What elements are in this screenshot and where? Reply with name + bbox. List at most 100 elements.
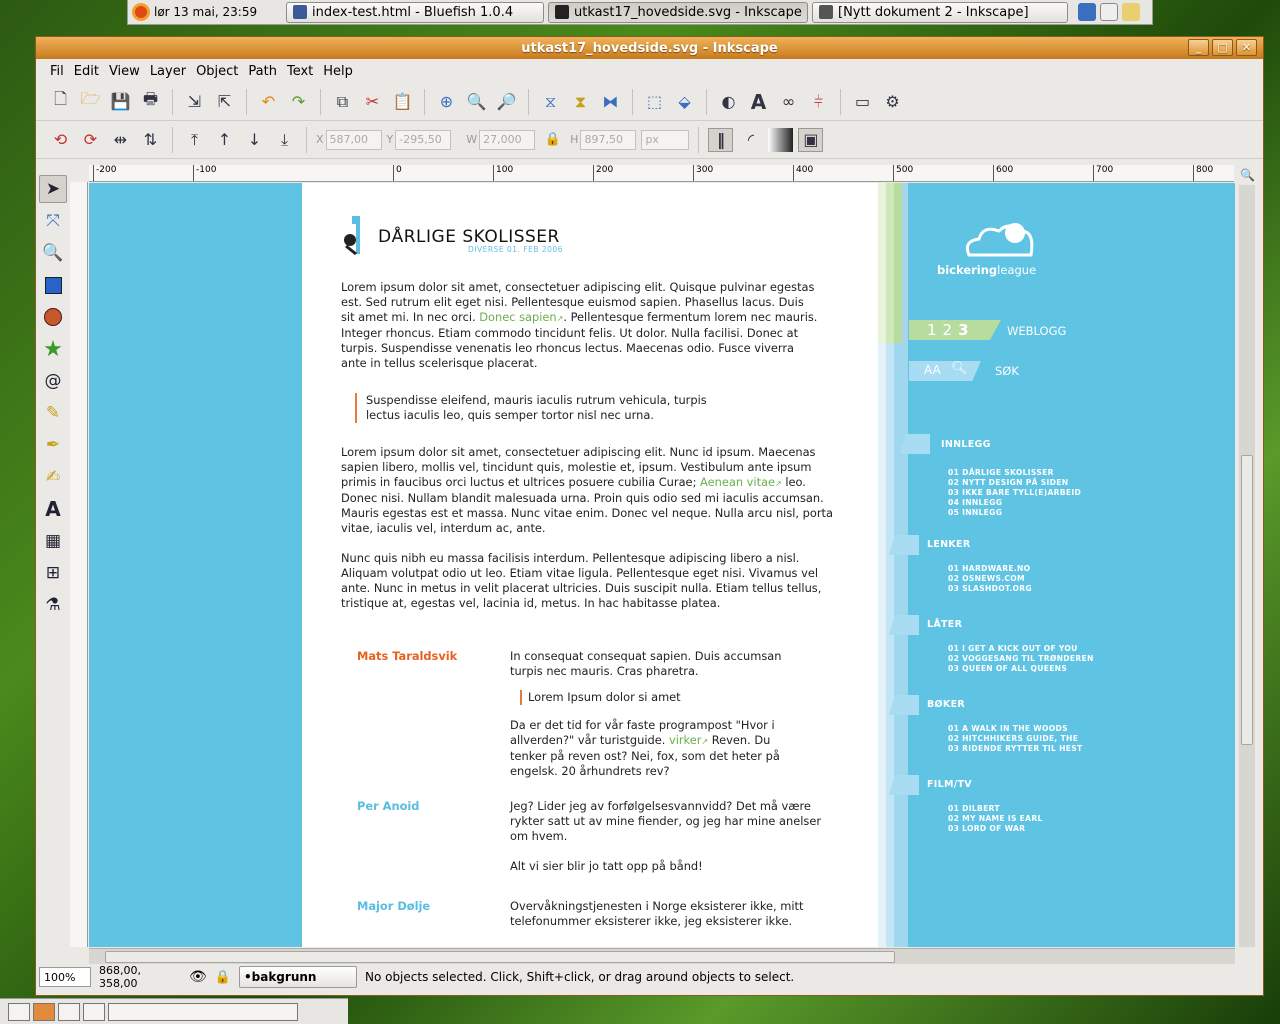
list-item[interactable]: 03 SLASHDOT.ORG [948, 584, 1032, 594]
inline-link[interactable]: Aenean vitae [700, 475, 775, 489]
menu-file[interactable]: Fil [46, 62, 68, 81]
align-distribute-icon[interactable]: ⫩ [806, 90, 831, 114]
menu-path[interactable]: Path [244, 62, 281, 81]
h-spinbox[interactable]: H 897,50 [570, 129, 637, 150]
workspace-icon[interactable] [33, 1002, 55, 1021]
w-spinbox[interactable]: W 27,000 [466, 129, 536, 150]
zoom-selection-icon[interactable]: ⊕ [434, 90, 459, 114]
show-desktop-icon[interactable] [8, 1002, 30, 1021]
ellipse-tool-icon[interactable] [39, 303, 67, 331]
list-item[interactable]: 03 RIDENDE RYTTER TIL HEST [948, 744, 1083, 754]
lower-icon[interactable]: ↓ [242, 128, 267, 152]
selector-tool-icon[interactable]: ➤ [39, 175, 67, 203]
music-icon[interactable] [1100, 3, 1118, 21]
h-input[interactable]: 897,50 [580, 129, 637, 150]
list-item[interactable]: 02 VOGGESANG TIL TRØNDEREN [948, 654, 1094, 664]
title-bar[interactable]: utkast17_hovedside.svg - Inkscape _ □ ✕ [36, 37, 1263, 59]
list-item[interactable]: 01 DÅRLIGE SKOLISSER [948, 468, 1081, 478]
connector-tool-icon[interactable]: ⊞ [39, 559, 67, 587]
list-item[interactable]: 03 LORD OF WAR [948, 824, 1043, 834]
list-item[interactable]: 01 A WALK IN THE WOODS [948, 724, 1083, 734]
search-icon[interactable]: 🔍︎ [951, 361, 968, 376]
list-item[interactable]: 02 HITCHHIKERS GUIDE, THE [948, 734, 1083, 744]
menu-object[interactable]: Object [192, 62, 242, 81]
cut-icon[interactable]: ✂ [360, 90, 385, 114]
paste-icon[interactable]: 📋 [390, 90, 415, 114]
transform-pattern-icon[interactable]: ▣ [798, 127, 824, 152]
inline-link[interactable]: Donec sapien [479, 310, 556, 324]
list-item[interactable]: 05 INNLEGG [948, 508, 1081, 518]
unlink-clone-icon[interactable]: ⧓ [598, 90, 623, 114]
inline-link[interactable]: virker [669, 733, 701, 747]
list-item[interactable]: 02 OSNEWS.COM [948, 574, 1032, 584]
menu-edit[interactable]: Edit [70, 62, 103, 81]
ungroup-icon[interactable]: ⬙ [672, 90, 697, 114]
xml-editor-icon[interactable]: ∞ [776, 90, 801, 114]
ubuntu-logo-icon[interactable] [132, 3, 150, 21]
page-link-3[interactable]: 3 [958, 321, 974, 339]
lock-icon[interactable]: 🔒 [540, 128, 565, 152]
page-link-2[interactable]: 2 [943, 321, 959, 339]
x-spinbox[interactable]: X 587,00 [316, 129, 382, 150]
y-input[interactable]: -295,50 [395, 129, 452, 150]
list-item[interactable]: 02 MY NAME IS EARL [948, 814, 1043, 824]
maximize-button[interactable]: □ [1212, 39, 1233, 56]
clone-icon[interactable]: ⧗ [568, 90, 593, 114]
canvas[interactable]: DÅRLIGE SKOLISSER DIVERSE 01. FEB 2006 L… [89, 183, 1235, 947]
text-font-icon[interactable]: A [746, 90, 771, 114]
import-icon[interactable]: ⇲ [182, 90, 207, 114]
vertical-scrollbar[interactable] [1239, 185, 1255, 947]
open-icon[interactable]: 🗁 [78, 89, 103, 114]
export-icon[interactable]: ⇱ [212, 90, 237, 114]
update-icon[interactable] [1078, 3, 1096, 21]
list-item[interactable]: 01 I GET A KICK OUT OF YOU [948, 644, 1094, 654]
raise-top-icon[interactable]: ⤒ [182, 128, 207, 152]
user-icon[interactable] [1122, 3, 1140, 21]
scale-corners-icon[interactable]: ◜ [738, 128, 763, 152]
text-tool-icon[interactable]: A [39, 495, 67, 523]
list-item[interactable]: 01 DILBERT [948, 804, 1043, 814]
transform-gradient-icon[interactable] [768, 127, 794, 152]
zoom-drawing-icon[interactable]: 🔍 [464, 90, 489, 114]
scrollbar-thumb[interactable] [1241, 455, 1253, 745]
vertical-ruler[interactable] [70, 182, 88, 947]
gradient-tool-icon[interactable]: ▦ [39, 527, 67, 555]
menu-text[interactable]: Text [283, 62, 317, 81]
raise-icon[interactable]: ↑ [212, 128, 237, 152]
fill-stroke-icon[interactable]: ◐ [716, 90, 741, 114]
pen-tool-icon[interactable]: ✒ [39, 431, 67, 459]
layer-select[interactable]: •bakgrunn [238, 966, 357, 988]
horizontal-scrollbar[interactable] [89, 948, 1235, 964]
list-item[interactable]: 03 QUEEN OF ALL QUEENS [948, 664, 1094, 674]
y-spinbox[interactable]: Y -295,50 [387, 129, 452, 150]
dropper-tool-icon[interactable]: ⚗ [39, 591, 67, 619]
task-bluefish[interactable]: index-test.html - Bluefish 1.0.4 [286, 1, 544, 23]
menu-view[interactable]: View [105, 62, 144, 81]
save-icon[interactable]: 💾 [108, 90, 133, 114]
list-item[interactable]: 02 NYTT DESIGN PÅ SIDEN [948, 478, 1081, 488]
task-inkscape-new[interactable]: [Nytt dokument 2 - Inkscape] [812, 1, 1068, 23]
page-link-1[interactable]: 1 [927, 321, 943, 339]
lower-bottom-icon[interactable]: ⤓ [272, 128, 297, 152]
rotate-cw-icon[interactable]: ⟳ [78, 128, 103, 152]
list-item[interactable]: 03 IKKE BARE TYLL(E)ARBEID [948, 488, 1081, 498]
horizontal-ruler[interactable]: -200 -100 0 100 200 300 400 500 600 700 … [89, 165, 1234, 182]
copy-icon[interactable]: ⧉ [330, 90, 355, 114]
visibility-icon[interactable]: 👁 [189, 969, 207, 985]
x-input[interactable]: 587,00 [325, 129, 382, 150]
zoom-corner-icon[interactable]: 🔍 [1240, 168, 1255, 182]
unit-select[interactable]: px [641, 129, 690, 150]
zoom-field[interactable]: 100% [39, 967, 91, 987]
spiral-tool-icon[interactable]: @ [39, 367, 67, 395]
minimize-button[interactable]: _ [1188, 39, 1209, 56]
close-button[interactable]: ✕ [1236, 39, 1257, 56]
lock-layer-icon[interactable]: 🔒 [215, 970, 231, 985]
pencil-tool-icon[interactable]: ✎ [39, 399, 67, 427]
node-tool-icon[interactable]: ⤧ [39, 207, 67, 235]
scrollbar-thumb[interactable] [105, 951, 895, 963]
redo-icon[interactable]: ↷ [286, 90, 311, 114]
search-label[interactable]: SØK [995, 364, 1019, 378]
duplicate-icon[interactable]: ⧖ [538, 90, 563, 114]
zoom-tool-icon[interactable]: 🔍 [39, 239, 67, 267]
print-icon[interactable]: 🖶 [138, 89, 163, 114]
